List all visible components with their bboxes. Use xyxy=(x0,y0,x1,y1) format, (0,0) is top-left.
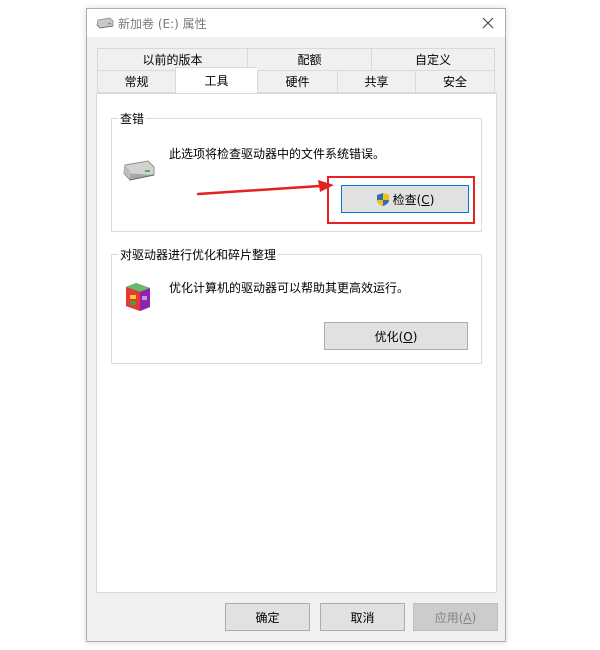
title-bar[interactable]: 新加卷 (E:) 属性 xyxy=(87,9,505,37)
tabs-row-bottom: 常规 工具 硬件 共享 安全 xyxy=(97,67,495,93)
close-button[interactable] xyxy=(471,9,505,37)
tab-quota[interactable]: 配额 xyxy=(247,48,371,71)
tab-general[interactable]: 常规 xyxy=(97,70,175,93)
error-check-description: 此选项将检查驱动器中的文件系统错误。 xyxy=(169,147,386,161)
optimize-group: 对驱动器进行优化和碎片整理 优化计算机的驱动器可以帮助其更高效运行。 优化(O) xyxy=(111,246,482,364)
optimize-title: 对驱动器进行优化和碎片整理 xyxy=(118,246,279,263)
tab-security[interactable]: 安全 xyxy=(415,70,495,93)
arrow-annotation xyxy=(196,180,334,196)
tab-hardware[interactable]: 硬件 xyxy=(257,70,337,93)
check-button[interactable]: 检查(C) xyxy=(341,185,469,213)
tabs-row-top: 以前的版本 配额 自定义 xyxy=(97,48,495,71)
cancel-button-label: 取消 xyxy=(350,610,375,625)
ok-button[interactable]: 确定 xyxy=(225,603,310,631)
optimize-button-label: 优化(O) xyxy=(374,329,418,344)
error-check-group: 查错 此选项将检查驱动器中的文件系统错误。 检查(C) xyxy=(111,110,482,232)
optimize-button[interactable]: 优化(O) xyxy=(324,322,468,350)
tab-sharing[interactable]: 共享 xyxy=(337,70,415,93)
drive-icon xyxy=(123,160,155,181)
apply-button-label: 应用(A) xyxy=(434,610,477,625)
optimize-description: 优化计算机的驱动器可以帮助其更高效运行。 xyxy=(169,281,410,295)
drive-icon xyxy=(96,17,114,29)
defrag-icon xyxy=(126,283,150,311)
close-icon xyxy=(482,17,494,29)
tab-customize[interactable]: 自定义 xyxy=(371,48,495,71)
uac-shield-icon xyxy=(376,192,389,206)
error-check-title: 查错 xyxy=(118,110,147,127)
cancel-button[interactable]: 取消 xyxy=(320,603,405,631)
apply-button[interactable]: 应用(A) xyxy=(413,603,498,631)
window-title: 新加卷 (E:) 属性 xyxy=(118,17,207,31)
tab-tools[interactable]: 工具 xyxy=(175,67,257,93)
properties-window: 新加卷 (E:) 属性 以前的版本 配额 自定义 常规 工具 硬件 共享 安全 … xyxy=(86,8,506,642)
tools-panel: 查错 此选项将检查驱动器中的文件系统错误。 检查(C) 对驱动器进行优化和碎片整… xyxy=(96,93,497,593)
ok-button-label: 确定 xyxy=(255,610,280,625)
check-button-label: 检查(C) xyxy=(392,192,435,207)
